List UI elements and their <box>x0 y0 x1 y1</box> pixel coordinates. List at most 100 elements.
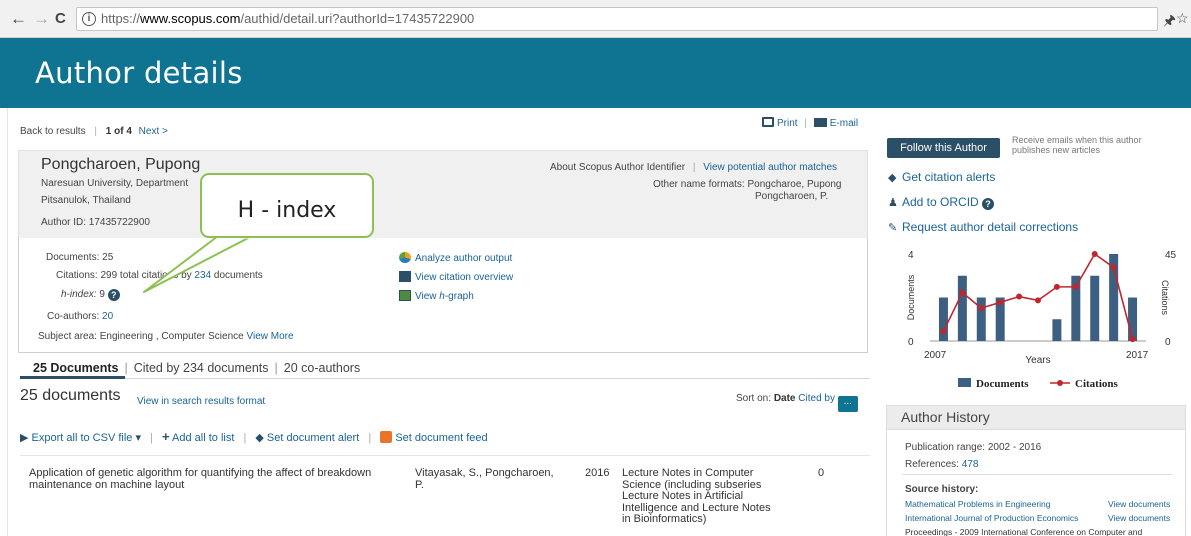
view-search-format-link[interactable]: View in search results format <box>137 396 265 407</box>
print-email-bar: Print | E-mail <box>762 117 858 129</box>
sort-date[interactable]: Date <box>774 393 796 404</box>
orcid-icon: ♟ <box>888 197 898 209</box>
url-domain: www.scopus.com <box>140 11 241 26</box>
view-documents-link[interactable]: View documents <box>1108 499 1170 509</box>
right-tick-label: 0 <box>1165 337 1171 348</box>
address-bar[interactable]: i https://www.scopus.com/authid/detail.u… <box>76 7 1158 31</box>
separator: | <box>274 361 278 375</box>
x-axis-label: Years <box>1025 355 1050 366</box>
author-name: Pongcharoen, Pupong <box>41 156 201 173</box>
citations-point <box>959 289 966 296</box>
x-tick-label: 2017 <box>1126 350 1149 361</box>
document-source: Lecture Notes in Computer Science (inclu… <box>622 467 771 525</box>
set-document-alert-button[interactable]: Set document alert <box>267 432 359 444</box>
documents-bar <box>1090 275 1100 341</box>
back-to-results-link[interactable]: Back to results <box>20 126 86 137</box>
hgraph-action[interactable]: View h-graph <box>399 290 474 302</box>
right-axis-label: Citations <box>1160 280 1170 316</box>
next-link[interactable]: Next > <box>139 126 168 137</box>
pie-chart-icon <box>399 252 411 263</box>
source-name[interactable]: Mathematical Problems in Engineering <box>905 499 1051 509</box>
print-icon <box>762 117 774 127</box>
document-year: 2016 <box>585 467 610 479</box>
citations-line <box>942 252 1134 340</box>
document-toolbar: ▶ Export all to CSV file ▾ | + Add all t… <box>20 429 488 444</box>
forward-arrow-icon[interactable]: → <box>33 9 50 29</box>
help-icon[interactable]: ? <box>982 198 995 210</box>
edit-icon: ✎ <box>888 222 898 234</box>
view-hgraph-link[interactable]: View h-graph <box>415 291 474 302</box>
view-more-link[interactable]: View More <box>246 331 293 342</box>
analyze-output-action[interactable]: Analyze author output <box>399 252 512 264</box>
sort-controls: Sort on: Date Cited by ... <box>736 393 858 412</box>
chevron-down-icon[interactable]: ▾ <box>135 432 141 444</box>
tab-coauthors[interactable]: 20 co-authors <box>284 361 360 375</box>
hindex-metric: h-index: 9 ? <box>61 289 120 301</box>
reload-icon[interactable]: C <box>55 9 66 29</box>
legend-documents-swatch <box>958 378 971 387</box>
document-title[interactable]: Application of genetic algorithm for qua… <box>29 467 371 491</box>
document-cited-count: 0 <box>818 467 825 479</box>
hindex-callout: H - index <box>200 173 374 238</box>
browser-toolbar: ← → C i https://www.scopus.com/authid/de… <box>0 0 1191 38</box>
results-nav: Back to results | 1 of 4 Next > <box>20 126 168 137</box>
separator: | <box>692 162 696 173</box>
references-count: References: 478 <box>905 459 979 470</box>
callout-pointer <box>143 235 253 293</box>
other-name-format-2: Pongcharoen, P. <box>755 191 829 202</box>
documents-value: 25 <box>102 252 114 263</box>
more-options-button[interactable]: ... <box>837 396 858 412</box>
view-documents-link[interactable]: View documents <box>1108 513 1170 523</box>
citations-point <box>1110 264 1117 271</box>
citations-point <box>1053 283 1060 290</box>
follow-description: Receive emails when this author publishe… <box>1012 135 1142 155</box>
request-corrections-link[interactable]: ✎ Request author detail corrections <box>888 220 1078 234</box>
back-arrow-icon[interactable]: ← <box>10 9 27 29</box>
set-document-feed-button[interactable]: Set document feed <box>395 432 487 444</box>
citations-point <box>1129 336 1136 343</box>
citations-point <box>1016 293 1023 300</box>
subject-label: Subject area: <box>38 331 97 342</box>
pin-icon[interactable]: 🖈 <box>1163 10 1176 34</box>
follow-author-button[interactable]: Follow this Author <box>887 138 1000 158</box>
help-icon[interactable]: ? <box>107 289 120 301</box>
view-citation-overview-link[interactable]: View citation overview <box>415 272 513 283</box>
add-to-orcid-link[interactable]: ♟ Add to ORCID ? <box>888 195 995 210</box>
tab-documents[interactable]: 25 Documents <box>33 361 118 375</box>
subject-value: Engineering , Computer Science <box>99 331 244 342</box>
citation-alerts-link[interactable]: ◆ Get citation alerts <box>888 170 995 184</box>
print-link[interactable]: Print <box>777 118 798 129</box>
documents-bar <box>976 297 986 341</box>
author-location: Pitsanulok, Thailand <box>41 195 131 206</box>
x-tick-label: 2007 <box>924 350 947 361</box>
view-author-matches-link[interactable]: View potential author matches <box>703 162 837 173</box>
other-name-formats: Other name formats: Pongcharoe, Pupong <box>653 179 842 190</box>
citation-overview-action[interactable]: View citation overview <box>399 271 513 283</box>
tab-cited-by[interactable]: Cited by 234 documents <box>134 361 269 375</box>
rss-icon <box>380 431 393 443</box>
references-link[interactable]: 478 <box>962 459 979 470</box>
hindex-value: 9 <box>99 289 105 300</box>
info-icon[interactable]: i <box>82 12 96 26</box>
email-link[interactable]: E-mail <box>830 118 858 129</box>
documents-bar <box>957 275 967 341</box>
about-author-id-link[interactable]: About Scopus Author Identifier <box>550 162 685 173</box>
page-title: Author details <box>35 56 243 90</box>
export-csv-button[interactable]: Export all to CSV file <box>32 432 133 444</box>
bell-icon: ◆ <box>255 432 264 444</box>
truncated-source: Proceedings - 2009 International Confere… <box>905 527 1143 536</box>
hindex-label: h-index: <box>61 289 97 300</box>
analyze-author-output-link[interactable]: Analyze author output <box>415 253 512 264</box>
add-all-to-list-button[interactable]: Add all to list <box>172 432 234 444</box>
source-name[interactable]: International Journal of Production Econ… <box>905 513 1078 523</box>
documents-label: Documents: <box>46 252 100 263</box>
citations-label: Citations: <box>56 270 98 281</box>
callout-text: H - index <box>237 198 337 223</box>
coauthors-link[interactable]: 20 <box>102 311 113 322</box>
profile-links: About Scopus Author Identifier | View po… <box>550 162 837 173</box>
coauthors-label: Co-authors: <box>47 311 100 322</box>
star-icon[interactable]: ☆ <box>1176 10 1189 27</box>
separator: | <box>94 126 97 137</box>
active-tab-indicator <box>20 376 125 379</box>
sort-cited-by[interactable]: Cited by <box>798 393 835 404</box>
